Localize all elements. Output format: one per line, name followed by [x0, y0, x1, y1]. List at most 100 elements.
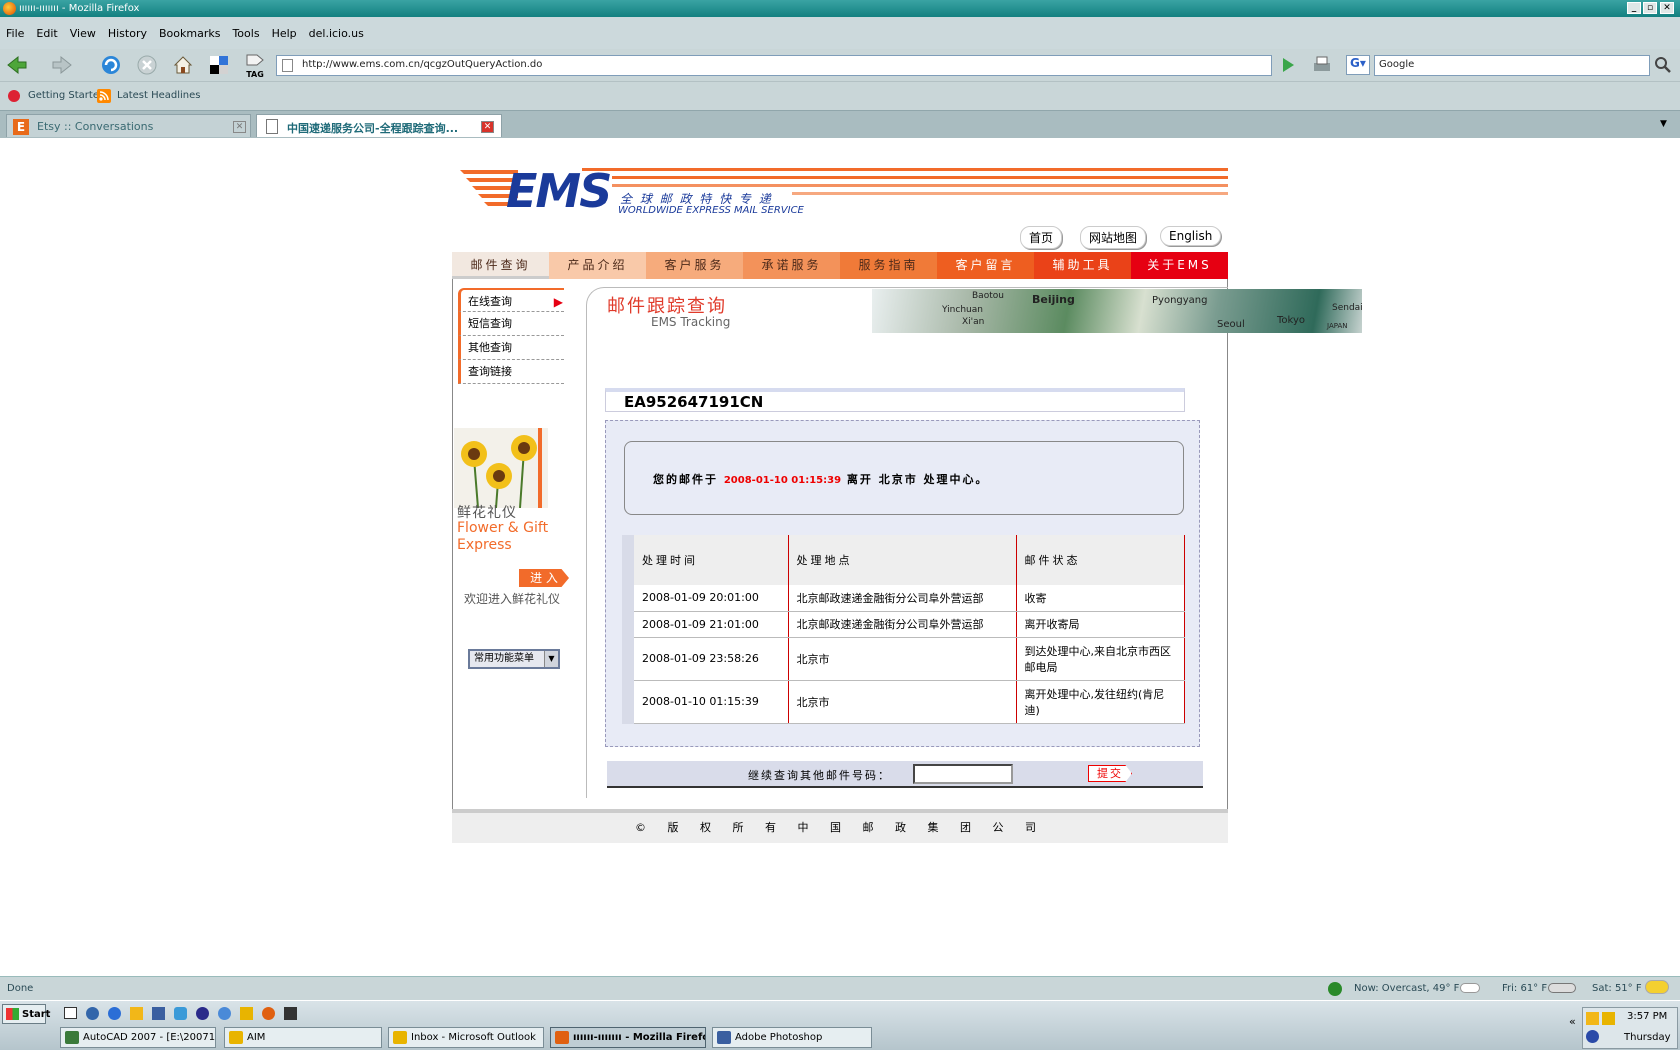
home-icon[interactable] — [172, 54, 194, 76]
nav-guide[interactable]: 服务指南 — [840, 252, 937, 279]
firefox-quicklaunch-icon[interactable] — [262, 1007, 275, 1020]
maximize-button[interactable]: ▫ — [1643, 2, 1657, 14]
row-place: 北京邮政速递金融街分公司阜外营运部 — [787, 611, 1017, 638]
itunes-icon[interactable] — [218, 1007, 231, 1020]
minimize-button[interactable]: _ — [1627, 2, 1641, 14]
bookmarks-toolbar: Getting Started Latest Headlines — [0, 82, 1680, 110]
delicious-icon[interactable] — [208, 54, 230, 76]
google-engine-icon[interactable]: G▾ — [1346, 55, 1370, 75]
network-icon[interactable] — [86, 1007, 99, 1020]
url-bar[interactable]: http://www.ems.com.cn/qcgzOutQueryAction… — [276, 55, 1272, 76]
header-status: 邮件状态 — [1015, 535, 1185, 585]
table-row: 2008-01-09 23:58:26 北京市 到达处理中心,来自北京市西区邮电… — [622, 637, 1185, 681]
taskbar-photoshop[interactable]: Adobe Photoshop — [712, 1027, 872, 1048]
start-button[interactable]: Start — [2, 1004, 50, 1024]
bookmark-getting-started[interactable]: Getting Started — [28, 90, 105, 101]
forward-icon[interactable] — [51, 54, 73, 76]
nav-tools[interactable]: 辅助工具 — [1034, 252, 1131, 279]
weather-sat: Sat: 51° F — [1592, 983, 1642, 994]
row-time: 2008-01-10 01:15:39 — [622, 680, 789, 724]
ems-logo[interactable]: EMS — [506, 164, 612, 218]
search-input[interactable]: Google — [1374, 55, 1650, 76]
nav-about[interactable]: 关于EMS — [1131, 252, 1228, 279]
reload-icon[interactable] — [100, 54, 122, 76]
tracking-number: EA952647191CN — [605, 388, 1185, 412]
promo-title-en1: Flower & Gift — [457, 520, 549, 536]
nav-products[interactable]: 产品介绍 — [549, 252, 646, 279]
nav-mail-query[interactable]: 邮件查询 — [452, 252, 549, 279]
menu-history[interactable]: History — [108, 27, 147, 40]
desktop-icon[interactable] — [64, 1007, 77, 1019]
aim-task-icon — [229, 1031, 243, 1044]
tracking-number-input[interactable] — [913, 764, 1013, 784]
tray-expand-icon[interactable]: « — [1569, 1015, 1576, 1028]
sitemap-link[interactable]: 网站地图 — [1080, 226, 1147, 249]
app-icon[interactable] — [152, 1007, 165, 1020]
promo-title-en2: Express — [457, 537, 512, 553]
back-icon[interactable] — [6, 54, 28, 76]
ie-icon[interactable] — [108, 1007, 121, 1020]
weather-fri: Fri: 61° F — [1502, 983, 1548, 994]
tray-network-icon[interactable] — [1586, 1030, 1599, 1043]
photoshop-icon — [717, 1031, 731, 1044]
taskbar-autocad[interactable]: AutoCAD 2007 - [E:\2007110-... — [60, 1027, 216, 1048]
media-player-icon[interactable] — [196, 1007, 209, 1020]
page-border-left — [452, 279, 453, 809]
cloud-icon — [1460, 983, 1480, 993]
left-menu-online-query[interactable]: 在线查询 ▶ — [458, 288, 564, 312]
windows-logo-icon — [6, 1008, 19, 1020]
row-time: 2008-01-09 20:01:00 — [622, 585, 789, 612]
nav-commitment[interactable]: 承诺服务 — [743, 252, 840, 279]
taskbar-aim[interactable]: AIM — [224, 1027, 382, 1048]
tab-ems[interactable]: 中国速递服务公司-全程跟踪查询... ✕ — [256, 114, 502, 137]
nav-messages[interactable]: 客户留言 — [937, 252, 1034, 279]
tray-icon[interactable] — [1586, 1012, 1599, 1025]
outlook-icon[interactable] — [130, 1007, 143, 1020]
print-icon[interactable] — [1311, 54, 1333, 76]
taskbar-outlook[interactable]: Inbox - Microsoft Outlook — [388, 1027, 544, 1048]
menu-help[interactable]: Help — [272, 27, 297, 40]
tagline-en: WORLDWIDE EXPRESS MAIL SERVICE — [618, 205, 804, 216]
menu-tools[interactable]: Tools — [232, 27, 259, 40]
window-titlebar: ıııııı-ııııııı - Mozilla Firefox _ ▫ ✕ — [0, 0, 1680, 17]
bookmark-latest-headlines[interactable]: Latest Headlines — [117, 90, 201, 101]
tab-etsy[interactable]: E Etsy :: Conversations ✕ — [6, 114, 251, 137]
menu-view[interactable]: View — [70, 27, 96, 40]
english-link[interactable]: English — [1160, 226, 1222, 246]
function-menu-select[interactable]: 常用功能菜单 ▼ — [468, 649, 560, 669]
app-icon[interactable] — [284, 1007, 297, 1020]
cloud-rain-icon — [1548, 983, 1576, 993]
etsy-icon: E — [13, 119, 29, 135]
nav-customer-service[interactable]: 客户服务 — [646, 252, 743, 279]
menu-edit[interactable]: Edit — [36, 27, 57, 40]
outlook-task-icon — [393, 1031, 407, 1044]
close-window-button[interactable]: ✕ — [1660, 2, 1674, 14]
go-icon[interactable] — [1277, 54, 1299, 76]
taskbar-firefox[interactable]: ıııııı-ııııııı - Mozilla Firefox — [550, 1027, 706, 1048]
enter-button[interactable]: 进 入 — [519, 569, 569, 587]
tag-button[interactable]: TAG — [243, 53, 267, 79]
header-stripe — [612, 176, 1228, 179]
aim-icon[interactable] — [240, 1007, 253, 1020]
app-icon[interactable] — [174, 1007, 187, 1020]
menu-bookmarks[interactable]: Bookmarks — [159, 27, 220, 40]
tray-aim-icon[interactable] — [1602, 1012, 1615, 1025]
stop-icon[interactable] — [136, 54, 158, 76]
home-link[interactable]: 首页 — [1020, 226, 1063, 249]
menu-bar: File Edit View History Bookmarks Tools H… — [0, 17, 1680, 49]
row-status: 到达处理中心,来自北京市西区邮电局 — [1015, 637, 1185, 681]
left-menu-sms-query[interactable]: 短信查询 — [458, 312, 564, 336]
search-icon[interactable] — [1652, 54, 1674, 76]
sunflower-image — [454, 428, 548, 508]
registered-mark: ® — [600, 198, 607, 206]
tab-list-icon[interactable]: ▼ — [1660, 119, 1667, 129]
left-menu-other-query[interactable]: 其他查询 — [458, 336, 564, 360]
tab-etsy-close-icon[interactable]: ✕ — [233, 121, 246, 133]
header-location: 处理地点 — [787, 535, 1017, 585]
left-menu-query-links[interactable]: 查询链接 — [458, 360, 564, 384]
menu-delicious[interactable]: del.icio.us — [309, 27, 364, 40]
tab-ems-close-icon[interactable]: ✕ — [481, 121, 494, 133]
menu-file[interactable]: File — [6, 27, 24, 40]
submit-button[interactable]: 提交 — [1088, 765, 1132, 782]
url-text: http://www.ems.com.cn/qcgzOutQueryAction… — [302, 59, 543, 70]
